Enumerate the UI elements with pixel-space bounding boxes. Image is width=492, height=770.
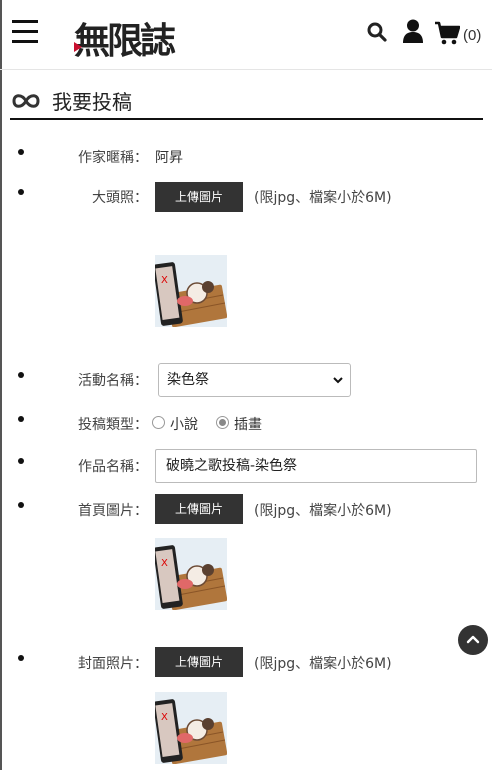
svg-text:X: X: [161, 712, 168, 723]
home-image-thumbnail: X: [155, 538, 227, 610]
cart-icon[interactable]: [434, 21, 460, 45]
list-bullet: [18, 502, 24, 508]
chevron-down-icon: [333, 377, 343, 384]
author-label: 作家暱稱：: [78, 150, 148, 166]
type-option-novel[interactable]: 小說: [170, 414, 198, 434]
page-title: 我要投稿: [52, 90, 132, 114]
avatar-thumbnail-image: X: [155, 255, 227, 327]
author-value: 阿昇: [155, 150, 183, 166]
home-image-upload-button[interactable]: 上傳圖片: [155, 494, 243, 524]
list-bullet: [18, 149, 24, 155]
logo-text: 無限誌: [74, 20, 176, 62]
type-label: 投稿類型：: [78, 417, 148, 433]
type-radio-illustration[interactable]: [216, 416, 229, 429]
svg-text:X: X: [161, 275, 168, 286]
avatar-label: 大頭照：: [92, 190, 148, 206]
home-image-label: 首頁圖片：: [78, 503, 148, 519]
svg-text:X: X: [161, 558, 168, 569]
site-logo[interactable]: 無限誌: [74, 10, 178, 62]
list-bullet: [18, 372, 24, 378]
cover-image-upload-button[interactable]: 上傳圖片: [155, 647, 243, 677]
work-name-input[interactable]: 破曉之歌投稿-染色祭: [155, 449, 477, 483]
back-to-top-button[interactable]: [458, 625, 488, 655]
page-title-row: 我要投稿: [10, 84, 483, 120]
type-option-illustration[interactable]: 插畫: [234, 414, 262, 434]
site-header: 無限誌 (0): [0, 0, 492, 70]
list-bullet: [18, 416, 24, 422]
list-bullet: [18, 189, 24, 195]
infinity-icon: [12, 94, 40, 108]
logo-play-icon: [74, 42, 82, 52]
cart-count[interactable]: (0): [463, 27, 481, 44]
activity-selected-value: 染色祭: [167, 372, 209, 388]
page-edge: [0, 0, 2, 770]
user-icon[interactable]: [402, 19, 424, 43]
chevron-up-icon: [466, 635, 480, 644]
list-bullet: [18, 655, 24, 661]
avatar-hint: (限jpg、檔案小於6M): [254, 190, 392, 206]
cover-image-thumbnail: X: [155, 692, 227, 764]
hamburger-menu-icon[interactable]: [12, 20, 40, 44]
type-radio-novel[interactable]: [152, 416, 165, 429]
work-name-label: 作品名稱：: [78, 459, 148, 475]
avatar-upload-button[interactable]: 上傳圖片: [155, 182, 243, 212]
activity-select[interactable]: 染色祭: [158, 363, 351, 397]
cover-image-hint: (限jpg、檔案小於6M): [254, 656, 392, 672]
list-bullet: [18, 458, 24, 464]
home-image-hint: (限jpg、檔案小於6M): [254, 503, 392, 519]
search-icon[interactable]: [367, 22, 387, 42]
cover-image-label: 封面照片：: [78, 656, 148, 672]
activity-label: 活動名稱：: [78, 373, 148, 389]
